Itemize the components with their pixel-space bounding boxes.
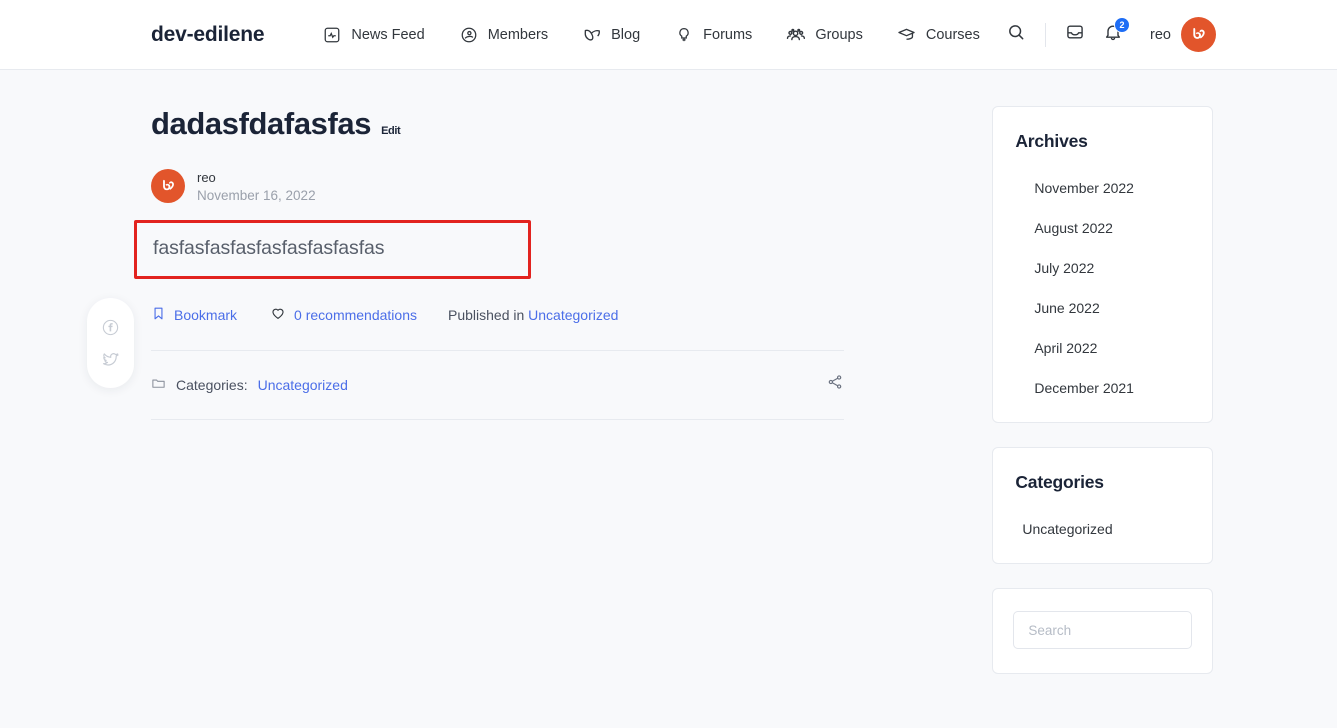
groups-icon xyxy=(786,25,806,45)
published-category-link[interactable]: Uncategorized xyxy=(528,307,618,323)
bookmark-button[interactable]: Bookmark xyxy=(151,306,237,324)
page-body: dadasfdafasfas Edit reo November 16, 202… xyxy=(0,70,1337,698)
archives-widget: Archives November 2022 August 2022 July … xyxy=(992,106,1213,423)
nav-item-label: Courses xyxy=(925,26,980,43)
messages-icon xyxy=(1065,22,1085,47)
categories-label: Categories: xyxy=(176,376,248,393)
messages-button[interactable] xyxy=(1056,16,1094,54)
blog-icon xyxy=(582,25,602,45)
archive-item[interactable]: August 2022 xyxy=(1015,220,1190,236)
share-button[interactable] xyxy=(826,373,844,396)
nav-item-label: Blog xyxy=(611,26,641,43)
user-name-label: reo xyxy=(1150,26,1171,43)
post-categories-row: Categories: Uncategorized xyxy=(151,351,844,419)
archive-item[interactable]: July 2022 xyxy=(1015,260,1190,276)
header-divider xyxy=(1045,22,1047,47)
nav-item-label: Groups xyxy=(815,26,863,43)
floating-share-rail xyxy=(87,298,134,388)
nav-item-courses[interactable]: Courses xyxy=(897,25,980,45)
categories-widget-title: Categories xyxy=(1015,472,1104,492)
header-actions: 2 reo xyxy=(997,16,1216,54)
post-content: dadasfdafasfas Edit reo November 16, 202… xyxy=(134,106,845,698)
published-in: Published in Uncategorized xyxy=(448,307,618,323)
avatar[interactable] xyxy=(1181,17,1216,52)
author-name[interactable]: reo xyxy=(197,170,316,185)
twitter-icon[interactable] xyxy=(101,349,121,369)
post-author-row: reo November 16, 2022 xyxy=(151,169,844,203)
nav-item-groups[interactable]: Groups xyxy=(786,25,863,45)
search-icon xyxy=(1006,22,1026,47)
forums-icon xyxy=(674,25,694,45)
recommendations-button[interactable]: 0 recommendations xyxy=(270,305,417,324)
post-body-text: fasfasfasfasfasfasfasfasfas xyxy=(153,237,385,259)
nav-item-label: Members xyxy=(487,26,549,43)
recommendations-label: 0 recommendations xyxy=(294,306,417,323)
sidebar: Archives November 2022 August 2022 July … xyxy=(992,106,1213,698)
courses-icon xyxy=(897,25,917,45)
notification-badge: 2 xyxy=(1114,16,1131,33)
site-brand[interactable]: dev-edilene xyxy=(151,23,265,47)
edit-post-link[interactable]: Edit xyxy=(381,125,401,137)
nav-item-blog[interactable]: Blog xyxy=(582,25,640,45)
notifications-button[interactable]: 2 xyxy=(1094,16,1132,54)
category-item[interactable]: Uncategorized xyxy=(1015,521,1190,537)
bookmark-icon xyxy=(151,306,166,324)
archives-title: Archives xyxy=(1015,131,1088,151)
nav-item-members[interactable]: Members xyxy=(459,25,548,45)
post-title-text: dadasfdafasfas xyxy=(151,106,372,141)
categories-widget: Categories Uncategorized xyxy=(992,447,1213,564)
search-input[interactable] xyxy=(1013,611,1192,649)
bookmark-label: Bookmark xyxy=(174,306,238,323)
archives-list: November 2022 August 2022 July 2022 June… xyxy=(1015,180,1190,396)
heart-icon xyxy=(270,305,286,324)
post-meta-row: Bookmark 0 recommendations Published in … xyxy=(151,305,844,324)
facebook-icon[interactable] xyxy=(101,318,120,337)
share-icon xyxy=(826,373,844,396)
author-meta: reo November 16, 2022 xyxy=(197,170,316,203)
archive-item[interactable]: November 2022 xyxy=(1015,180,1190,196)
archive-item[interactable]: December 2021 xyxy=(1015,380,1190,396)
archive-item[interactable]: June 2022 xyxy=(1015,300,1190,316)
meta-divider-bottom xyxy=(151,419,845,420)
post-date: November 16, 2022 xyxy=(197,187,316,203)
published-prefix: Published in xyxy=(447,306,525,323)
author-avatar[interactable] xyxy=(151,169,185,203)
nav-item-forums[interactable]: Forums xyxy=(674,25,752,45)
nav-item-label: News Feed xyxy=(351,26,425,43)
members-icon xyxy=(459,25,479,45)
news-feed-icon xyxy=(322,25,342,45)
archive-item[interactable]: April 2022 xyxy=(1015,340,1190,356)
folder-icon xyxy=(151,376,166,394)
categories-group: Categories: Uncategorized xyxy=(151,376,348,394)
post-body-highlight: fasfasfasfasfasfasfasfasfas xyxy=(134,220,531,279)
site-header: dev-edilene News Feed Members Blog Forum… xyxy=(0,0,1337,70)
nav-item-label: Forums xyxy=(703,26,753,43)
page-title: dadasfdafasfas Edit xyxy=(151,106,844,142)
categories-value-link[interactable]: Uncategorized xyxy=(258,377,348,393)
search-button[interactable] xyxy=(997,16,1035,54)
nav-item-news-feed[interactable]: News Feed xyxy=(322,25,425,45)
search-widget xyxy=(992,588,1213,674)
main-navigation: News Feed Members Blog Forums Groups Cou… xyxy=(322,25,980,45)
